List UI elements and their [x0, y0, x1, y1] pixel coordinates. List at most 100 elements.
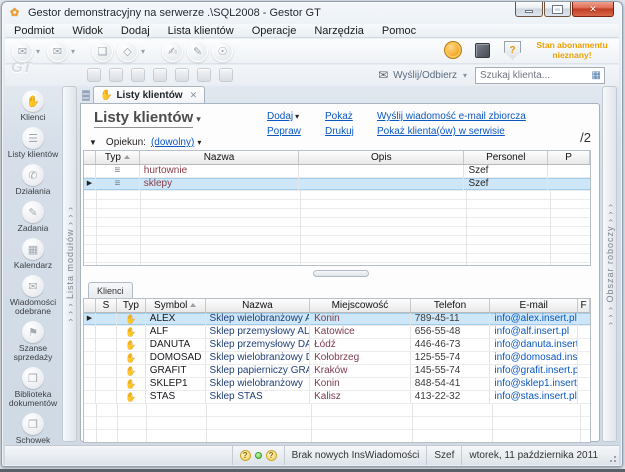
chevron-down-icon[interactable]: ▾	[463, 71, 467, 80]
show-link[interactable]: Pokaż	[325, 111, 377, 122]
clients-subtab[interactable]: Klienci	[88, 282, 133, 298]
sidebar-item-zadania[interactable]: ✎ Zadania	[5, 201, 61, 233]
library-button[interactable]: ❏	[92, 41, 113, 62]
sidebar-item-listy-klientow[interactable]: ☰ Listy klientów	[5, 127, 61, 159]
search-grid-icon[interactable]: ▦	[592, 70, 604, 81]
tab-list-icon[interactable]	[82, 90, 90, 101]
table-row-hurtownie[interactable]: ≡ hurtownie Szef	[84, 165, 590, 178]
menu-lista-klientow[interactable]: Lista klientów	[159, 24, 243, 38]
operations-button[interactable]: ◇	[117, 41, 138, 62]
table-row-sklepy-selected[interactable]: ▶ ≡ sklepy Szef	[84, 178, 590, 191]
sidebar-item-label: Zadania	[18, 224, 49, 233]
email-link: info@alf.insert.pl	[490, 326, 578, 338]
email-link: info@grafit.insert.pl	[490, 365, 578, 377]
edit-button[interactable]: ✎	[187, 41, 208, 62]
chevron-down-icon[interactable]: ▾	[141, 47, 145, 56]
status-messages[interactable]: Brak nowych InsWiadomości	[284, 446, 427, 465]
status-user[interactable]: Szef	[426, 446, 461, 465]
shield-question-icon[interactable]: ?	[504, 41, 521, 60]
menu-pomoc[interactable]: Pomoc	[373, 24, 425, 38]
chevron-down-icon[interactable]: ▾	[197, 138, 201, 147]
clients-grid: S Typ Symbol Nazwa Miejscowość Telefon E…	[83, 298, 591, 443]
help-question-icon[interactable]: ?	[240, 450, 251, 461]
app-window: ✿ Gestor demonstracyjny na serwerze .\SQ…	[1, 1, 623, 467]
list-type-icon: ≡	[96, 178, 140, 190]
menu-dodaj[interactable]: Dodaj	[112, 24, 159, 38]
coin-icon[interactable]	[444, 41, 462, 59]
client-type-icon: ✋	[117, 352, 146, 364]
send-receive-button[interactable]: ✉ Wyślij/Odbierz ▾	[378, 68, 467, 82]
calendar-icon: ▦	[22, 238, 44, 260]
sidebar-item-label: Klienci	[20, 113, 45, 122]
close-button[interactable]: ✕	[572, 2, 614, 17]
info-question-icon[interactable]: ?	[266, 450, 277, 461]
action-links: Dodaj▾ Pokaż Wyślij wiadomość e-mail zbi…	[267, 111, 526, 137]
stamp-sign-button[interactable]: ✍	[162, 41, 183, 62]
workspace-strip[interactable]: › › › Obszar roboczy › › ›	[602, 86, 617, 442]
search-input[interactable]	[476, 70, 592, 81]
panel-splitter[interactable]	[313, 270, 369, 277]
resize-grip[interactable]	[605, 446, 619, 465]
sidebar-item-dzialania[interactable]: ✆ Działania	[5, 164, 61, 196]
send-bulk-email-link[interactable]: Wyślij wiadomość e-mail zbiorcza	[377, 111, 526, 122]
modules-sidebar: ✋ Klienci ☰ Listy klientów ✆ Działania ✎…	[5, 86, 61, 443]
filter-value-link[interactable]: (dowolny)	[151, 137, 194, 148]
add-list-icon[interactable]	[109, 68, 123, 82]
inbox-icon: ✉	[22, 275, 44, 297]
clients-subtab-label: Klienci	[97, 286, 124, 296]
maximize-button[interactable]	[544, 2, 571, 17]
email-link: info@domosad.inser	[490, 352, 578, 364]
client-type-icon: ✋	[117, 378, 146, 390]
table-row-sklep1[interactable]: ✋ SKLEP1 Sklep wielobranżowy Konin 848-5…	[84, 378, 590, 391]
edit-link[interactable]: Popraw	[267, 126, 325, 137]
menu-operacje[interactable]: Operacje	[243, 24, 306, 38]
sidebar-item-label: Biblioteka dokumentów	[5, 390, 61, 408]
page-title[interactable]: Listy klientów	[94, 109, 193, 128]
tab-listy-klientow[interactable]: ✋ Listy klientów ✕	[93, 86, 205, 104]
email-link: info@danuta.insert.p	[490, 339, 578, 351]
table-row-domosad[interactable]: ✋ DOMOSAD Sklep wielobranżowy DOM Kołobr…	[84, 352, 590, 365]
add-client-icon[interactable]	[87, 68, 101, 82]
chevron-down-icon[interactable]: ▾	[196, 114, 201, 125]
tab-close-icon[interactable]: ✕	[190, 90, 198, 101]
show-in-service-link[interactable]: Pokaż klienta(ów) w serwisie	[377, 126, 526, 137]
sidebar-item-schowek[interactable]: ❐ Schowek	[5, 413, 61, 445]
add-action-icon[interactable]	[131, 68, 145, 82]
add-chance-icon[interactable]	[197, 68, 211, 82]
menu-widok[interactable]: Widok	[63, 24, 112, 38]
chevron-down-icon[interactable]: ▾	[36, 47, 40, 56]
table-row-alex-selected[interactable]: ▶ ✋ ALEX Sklep wielobranżowy ALE Konin 7…	[84, 313, 590, 326]
sidebar-item-label: Wiadomości odebrane	[5, 298, 61, 316]
sidebar-item-kalendarz[interactable]: ▦ Kalendarz	[5, 238, 61, 270]
clipboard-icon: ❐	[22, 413, 44, 435]
document-tabbar: ✋ Listy klientów ✕	[80, 86, 600, 104]
print-link[interactable]: Drukuj	[325, 126, 377, 137]
add-message-icon[interactable]	[175, 68, 189, 82]
table-row-danuta[interactable]: ✋ DANUTA Sklep przemysłowy DANU Łódź 446…	[84, 339, 590, 352]
filter-collapse-icon[interactable]: ▼	[89, 138, 97, 147]
grid-header[interactable]: Typ Nazwa Opis Personel P	[84, 151, 590, 165]
service-button[interactable]: ☉	[212, 41, 233, 62]
menu-podmiot[interactable]: Podmiot	[5, 24, 63, 38]
sidebar-item-szanse[interactable]: ⚑ Szanse sprzedaży	[5, 321, 61, 362]
add-link[interactable]: Dodaj▾	[267, 111, 325, 122]
add-task-icon[interactable]	[153, 68, 167, 82]
table-row-alf[interactable]: ✋ ALF Sklep przemysłowy ALF Katowice 656…	[84, 326, 590, 339]
filter-row: ▼ Opiekun: (dowolny) ▾	[89, 137, 201, 148]
status-icons: ? ?	[232, 446, 284, 465]
modules-list-strip[interactable]: › › › Lista modułów › › ›	[62, 86, 77, 442]
menu-narzedzia[interactable]: Narzędzia	[305, 24, 373, 38]
grid-header[interactable]: S Typ Symbol Nazwa Miejscowość Telefon E…	[84, 299, 590, 313]
sidebar-item-biblioteka[interactable]: ❒ Biblioteka dokumentów	[5, 367, 61, 408]
sidebar-item-wiadomosci[interactable]: ✉ Wiadomości odebrane	[5, 275, 61, 316]
table-row-grafit[interactable]: ✋ GRAFIT Sklep papierniczy GRAFIT Kraków…	[84, 365, 590, 378]
table-row-stas[interactable]: ✋ STAŚ Sklep STAŚ Kalisz 413-22-32 info@…	[84, 391, 590, 404]
window-controls: ✕	[514, 2, 614, 17]
chevron-down-icon[interactable]: ▾	[71, 47, 75, 56]
minimize-button[interactable]	[515, 2, 543, 17]
sidebar-item-klienci[interactable]: ✋ Klienci	[5, 90, 61, 122]
send-message-button[interactable]: ✉	[47, 41, 68, 62]
cube-icon[interactable]	[475, 43, 490, 58]
add-document-icon[interactable]	[219, 68, 233, 82]
sidebar-item-label: Szanse sprzedaży	[5, 344, 61, 362]
